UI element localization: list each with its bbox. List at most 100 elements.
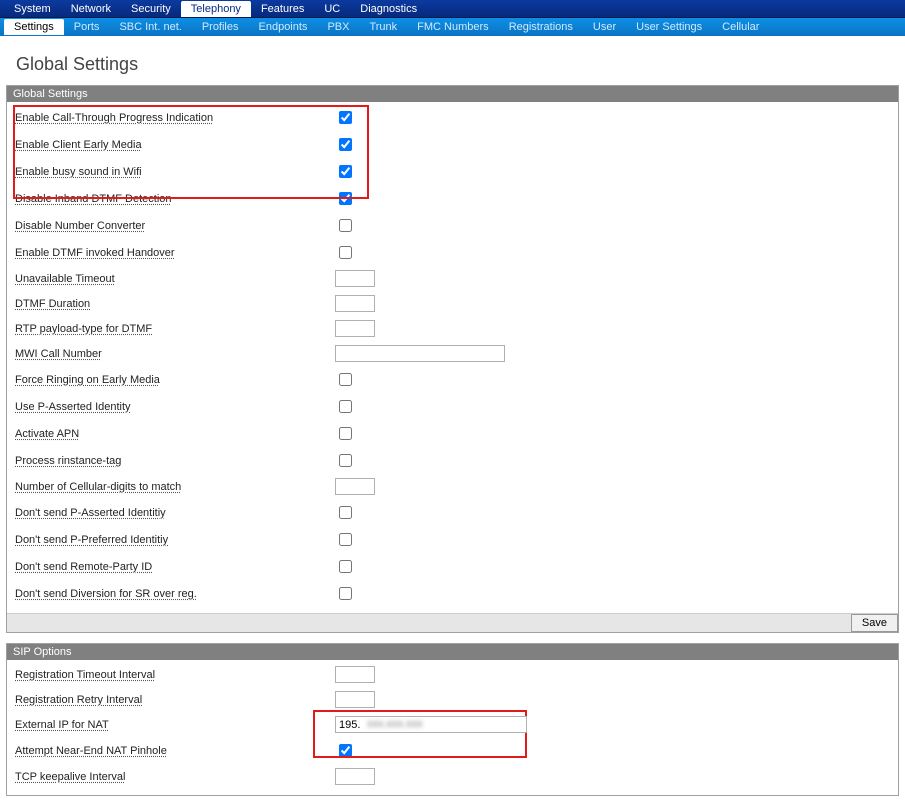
form-row: Disable Inband DTMF Detection	[7, 187, 898, 214]
form-label: TCP keepalive Interval	[15, 771, 335, 783]
form-label: Force Ringing on Early Media	[15, 374, 335, 386]
checkbox-process-rinstance-tag[interactable]	[339, 454, 352, 467]
checkbox-don-t-send-diversion-for-sr-over-reg-[interactable]	[339, 587, 352, 600]
checkbox-attempt-near-end-nat-pinhole[interactable]	[339, 744, 352, 757]
topnav-item-telephony[interactable]: Telephony	[181, 1, 251, 17]
subnav-item-pbx[interactable]: PBX	[317, 19, 359, 35]
topnav-item-uc[interactable]: UC	[314, 1, 350, 17]
form-row: Activate APN	[7, 422, 898, 449]
global-settings-body: Enable Call-Through Progress Indication E…	[7, 102, 898, 613]
topnav-item-system[interactable]: System	[4, 1, 61, 17]
input-rtp-payload-type-for-dtmf[interactable]	[335, 320, 375, 337]
form-label: External IP for NAT	[15, 719, 335, 731]
checkbox-enable-busy-sound-in-wifi[interactable]	[339, 165, 352, 178]
form-row: Force Ringing on Early Media	[7, 368, 898, 395]
input-registration-retry-interval[interactable]	[335, 691, 375, 708]
form-label: Registration Retry Interval	[15, 694, 335, 706]
subnav-item-endpoints[interactable]: Endpoints	[249, 19, 318, 35]
form-label: Enable busy sound in Wifi	[15, 166, 335, 178]
form-row: Enable Call-Through Progress Indication	[7, 106, 898, 133]
blurred-text: xxx.xxx.xxx	[367, 718, 423, 730]
form-row: Number of Cellular-digits to match	[7, 476, 898, 501]
sub-nav: SettingsPortsSBC Int. net.ProfilesEndpoi…	[0, 18, 905, 36]
form-control-cell	[335, 768, 898, 785]
checkbox-enable-client-early-media[interactable]	[339, 138, 352, 151]
form-row: Enable Client Early Media	[7, 133, 898, 160]
checkbox-don-t-send-remote-party-id[interactable]	[339, 560, 352, 573]
form-control-cell	[335, 189, 898, 208]
form-label: Disable Inband DTMF Detection	[15, 193, 335, 205]
form-label: Enable Client Early Media	[15, 139, 335, 151]
form-control-cell	[335, 584, 898, 603]
subnav-item-sbc-int-net-[interactable]: SBC Int. net.	[109, 19, 191, 35]
subnav-item-ports[interactable]: Ports	[64, 19, 110, 35]
subnav-item-user-settings[interactable]: User Settings	[626, 19, 712, 35]
subnav-item-fmc-numbers[interactable]: FMC Numbers	[407, 19, 499, 35]
form-row: TCP keepalive Interval	[7, 766, 898, 791]
form-row: Don't send Remote-Party ID	[7, 555, 898, 582]
form-row: Enable DTMF invoked Handover	[7, 241, 898, 268]
subnav-item-registrations[interactable]: Registrations	[499, 19, 583, 35]
topnav-item-security[interactable]: Security	[121, 1, 181, 17]
form-control-cell	[335, 345, 898, 362]
save-button[interactable]: Save	[851, 614, 898, 632]
form-row: Attempt Near-End NAT Pinhole	[7, 739, 898, 766]
checkbox-use-p-asserted-identity[interactable]	[339, 400, 352, 413]
subnav-item-cellular[interactable]: Cellular	[712, 19, 769, 35]
form-row: Use P-Asserted Identity	[7, 395, 898, 422]
topnav-item-features[interactable]: Features	[251, 1, 314, 17]
form-label: Use P-Asserted Identity	[15, 401, 335, 413]
checkbox-enable-dtmf-invoked-handover[interactable]	[339, 246, 352, 259]
form-row: Enable busy sound in Wifi	[7, 160, 898, 187]
topnav-item-diagnostics[interactable]: Diagnostics	[350, 1, 427, 17]
subnav-item-user[interactable]: User	[583, 19, 626, 35]
input-dtmf-duration[interactable]	[335, 295, 375, 312]
form-row: Process rinstance-tag	[7, 449, 898, 476]
form-row: MWI Call Number	[7, 343, 898, 368]
input-external-ip-for-nat[interactable]	[335, 716, 527, 733]
sip-options-panel: SIP Options Registration Timeout Interva…	[6, 643, 899, 796]
input-registration-timeout-interval[interactable]	[335, 666, 375, 683]
form-control-cell	[335, 557, 898, 576]
form-control-cell	[335, 503, 898, 522]
form-row: Registration Timeout Interval	[7, 664, 898, 689]
sip-options-header: SIP Options	[7, 644, 898, 660]
checkbox-disable-number-converter[interactable]	[339, 219, 352, 232]
input-tcp-keepalive-interval[interactable]	[335, 768, 375, 785]
form-row: Registration Retry Interval	[7, 689, 898, 714]
form-control-cell	[335, 243, 898, 262]
form-control-cell	[335, 370, 898, 389]
form-label: Activate APN	[15, 428, 335, 440]
form-control-cell	[335, 162, 898, 181]
form-control-cell	[335, 424, 898, 443]
input-unavailable-timeout[interactable]	[335, 270, 375, 287]
top-nav: SystemNetworkSecurityTelephonyFeaturesUC…	[0, 0, 905, 18]
subnav-item-profiles[interactable]: Profiles	[192, 19, 249, 35]
form-row: RTP payload-type for DTMF	[7, 318, 898, 343]
subnav-item-trunk[interactable]: Trunk	[359, 19, 407, 35]
form-label: Disable Number Converter	[15, 220, 335, 232]
checkbox-don-t-send-p-asserted-identitiy[interactable]	[339, 506, 352, 519]
checkbox-enable-call-through-progress-indication[interactable]	[339, 111, 352, 124]
form-control-cell	[335, 397, 898, 416]
form-control-cell	[335, 666, 898, 683]
form-control-cell	[335, 530, 898, 549]
sip-options-body: Registration Timeout Interval Registratio…	[7, 660, 898, 795]
form-label: Attempt Near-End NAT Pinhole	[15, 745, 335, 757]
checkbox-force-ringing-on-early-media[interactable]	[339, 373, 352, 386]
input-number-of-cellular-digits-to-match[interactable]	[335, 478, 375, 495]
topnav-item-network[interactable]: Network	[61, 1, 121, 17]
form-control-cell	[335, 478, 898, 495]
global-settings-panel: Global Settings Enable Call-Through Prog…	[6, 85, 899, 633]
checkbox-don-t-send-p-preferred-identitiy[interactable]	[339, 533, 352, 546]
checkbox-activate-apn[interactable]	[339, 427, 352, 440]
form-control-cell	[335, 295, 898, 312]
input-mwi-call-number[interactable]	[335, 345, 505, 362]
form-row: Don't send P-Preferred Identitiy	[7, 528, 898, 555]
form-row: Don't send Diversion for SR over reg.	[7, 582, 898, 609]
form-label: MWI Call Number	[15, 348, 335, 360]
subnav-item-settings[interactable]: Settings	[4, 19, 64, 35]
checkbox-disable-inband-dtmf-detection[interactable]	[339, 192, 352, 205]
form-row: External IP for NAT xxx.xxx.xxx	[7, 714, 898, 739]
global-settings-header: Global Settings	[7, 86, 898, 102]
